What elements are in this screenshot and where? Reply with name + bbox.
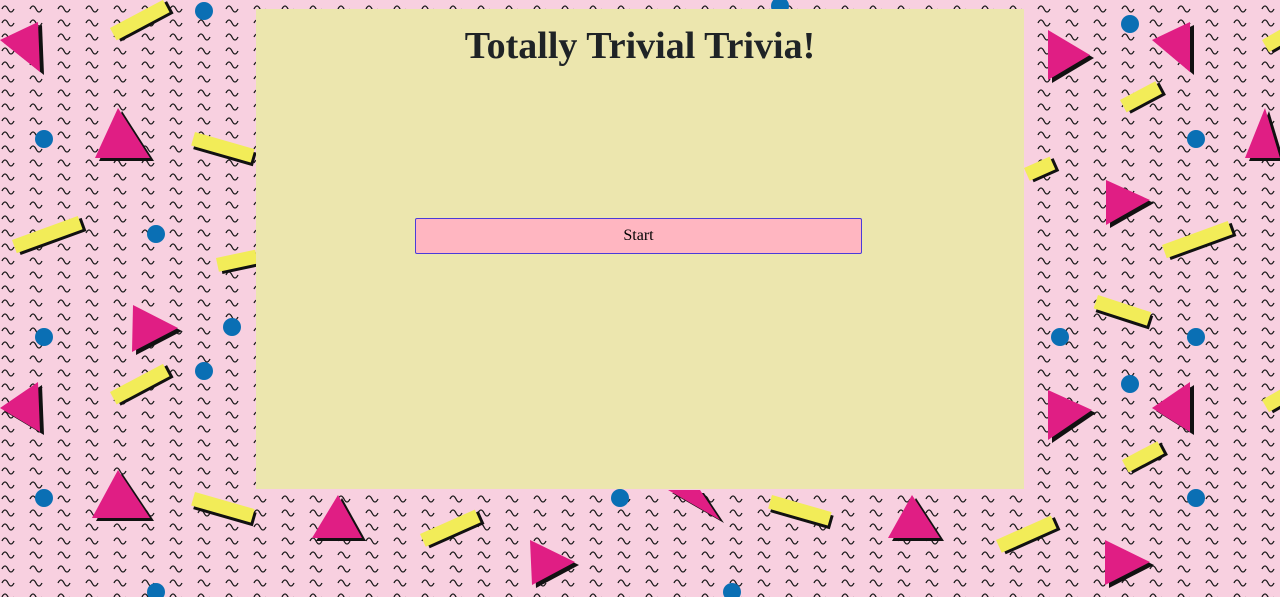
dot-shape <box>1121 375 1139 393</box>
dot-shape <box>35 489 53 507</box>
dot-shape <box>1051 328 1069 346</box>
dot-shape <box>195 2 213 20</box>
dot-shape <box>1187 489 1205 507</box>
trivia-card: Totally Trivial Trivia! Start <box>256 9 1024 489</box>
dot-shape <box>1121 15 1139 33</box>
dot-shape <box>1187 328 1205 346</box>
start-button[interactable]: Start <box>415 218 862 254</box>
page-title: Totally Trivial Trivia! <box>464 25 816 67</box>
dot-shape <box>147 225 165 243</box>
dot-shape <box>223 318 241 336</box>
dot-shape <box>35 130 53 148</box>
dot-shape <box>35 328 53 346</box>
dot-shape <box>1187 130 1205 148</box>
dot-shape <box>195 362 213 380</box>
dot-shape <box>611 489 629 507</box>
